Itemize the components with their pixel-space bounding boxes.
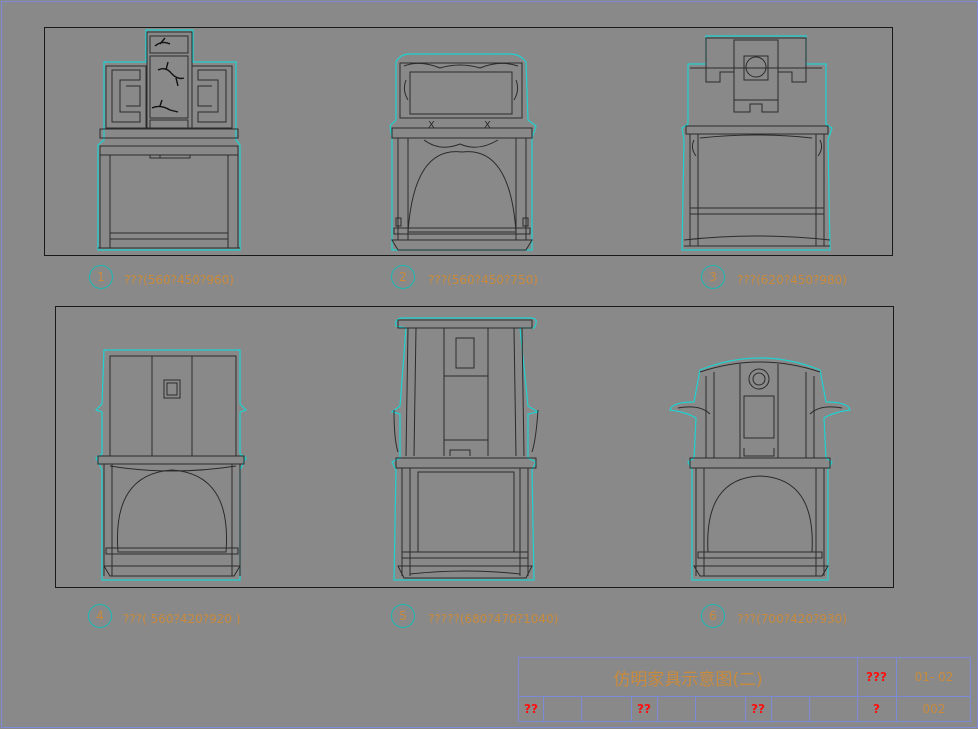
cad-drawing-sheet: .c { fill: none; stroke: #1fd2d0; stroke… (0, 0, 978, 729)
svg-text:X: X (484, 120, 491, 131)
chair-5-drawing (390, 317, 540, 581)
item-3-number: 3 (701, 265, 725, 289)
chair-1-drawing (97, 29, 241, 251)
chair-3-drawing (681, 35, 833, 251)
title-block: 仿明家具示意图(二) ??? 01- 02 ?? ?? ?? ? 002 (518, 657, 971, 722)
scale-value: 01- 02 (914, 670, 954, 684)
item-2-caption: ???(560?450?750) (428, 273, 538, 287)
label-row2-d: ? (873, 701, 880, 716)
svg-text:X: X (428, 120, 435, 131)
item-5-number: 5 (391, 604, 415, 628)
item-3-caption: ???(620?450?980) (737, 273, 847, 287)
drawing-title: 仿明家具示意图(二) (613, 669, 763, 690)
item-1-caption: ???(560?450?960) (124, 273, 234, 287)
label-row2-a: ?? (524, 701, 538, 716)
item-1-number: 1 (89, 265, 113, 289)
chair-6-drawing (669, 357, 851, 581)
label-row2-b: ?? (637, 701, 651, 716)
item-4-caption: ???( 560?420?920 ) (123, 612, 241, 626)
item-5-caption: ?????(680?470?1040) (428, 612, 559, 626)
item-2-number: 2 (391, 265, 415, 289)
chair-4-drawing (94, 349, 248, 581)
sheet-number: 002 (922, 701, 946, 716)
label-row2-c: ?? (751, 701, 765, 716)
item-4-number: 4 (88, 604, 112, 628)
item-6-number: 6 (701, 604, 725, 628)
item-6-caption: ???(700?420?930) (737, 612, 847, 626)
scale-label: ??? (866, 670, 887, 684)
chair-2-drawing: X X (389, 53, 537, 251)
